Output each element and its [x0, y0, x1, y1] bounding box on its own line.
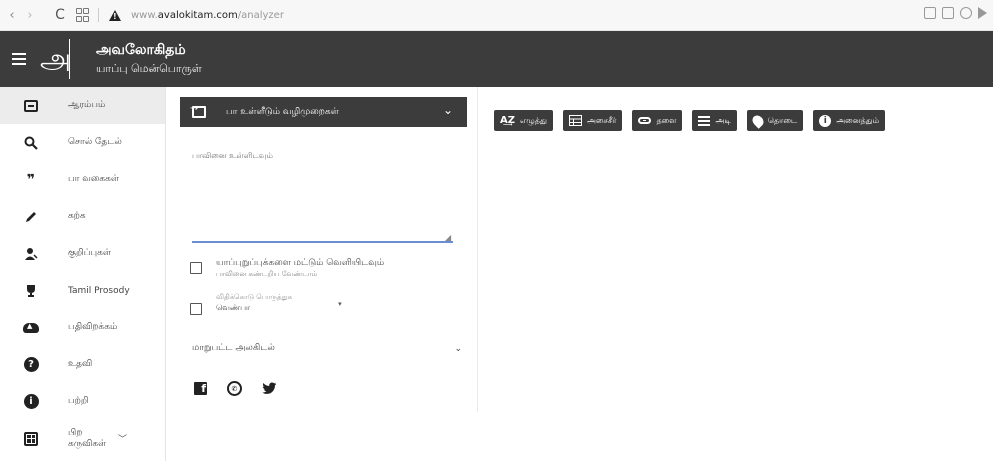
- resize-handle-icon[interactable]: ◢: [445, 233, 451, 242]
- sidebar-item-label: பதிவிறக்கம்: [68, 322, 118, 332]
- help-icon: ?: [22, 356, 40, 374]
- caret-down-icon: ▾: [338, 300, 342, 308]
- prosody-only-option: யாப்புறுப்புக்களை மட்டும் வெளியிடவும் பா…: [190, 258, 384, 279]
- media-play-icon[interactable]: [978, 7, 987, 19]
- sidebar-item-notes[interactable]: குறிப்புகள்: [0, 235, 165, 272]
- prosody-only-text: யாப்புறுப்புக்களை மட்டும் வெளியிடவும் பா…: [216, 258, 384, 279]
- pin-icon: [749, 112, 766, 129]
- person-icon: [22, 245, 40, 263]
- url-host: avalokitam.com: [157, 9, 238, 21]
- sidebar-item-about[interactable]: i பற்றி: [0, 383, 165, 420]
- whatsapp-icon[interactable]: ✆: [227, 381, 242, 396]
- input-mode-label: பா உள்ளீடும் வழிமுறைகள்: [226, 106, 339, 117]
- sidebar-item-label: பா வகைகள்: [68, 174, 120, 184]
- line-button[interactable]: அடி: [692, 110, 737, 131]
- sidebar-item-label: கற்க: [68, 211, 86, 221]
- grid-icon: [22, 430, 40, 448]
- meter-match-checkbox[interactable]: [190, 303, 202, 315]
- menu-icon[interactable]: [12, 53, 26, 65]
- sidebar-item-label: சொல் தேடல்: [68, 137, 122, 147]
- browser-toolbar: ‹ › C www.avalokitam.com/analyzer: [0, 0, 993, 31]
- address-bar[interactable]: www.avalokitam.com/analyzer: [131, 10, 284, 21]
- reload-icon[interactable]: C: [52, 6, 68, 24]
- all-button-label: அனைத்தும்: [836, 115, 880, 125]
- sidebar-item-download[interactable]: பதிவிறக்கம்: [0, 309, 165, 346]
- screenshot-icon[interactable]: [942, 7, 954, 19]
- sidebar-item-verse-types[interactable]: ❞ பா வகைகள்: [0, 161, 165, 198]
- browser-actions: [924, 7, 987, 19]
- trophy-icon: [22, 282, 40, 300]
- verse-input[interactable]: [192, 147, 453, 243]
- prosody-only-checkbox[interactable]: [190, 262, 202, 274]
- letters-button-label: எழுத்து: [520, 115, 547, 125]
- prosody-only-label: யாப்புறுப்புக்களை மட்டும் வெளியிடவும்: [216, 258, 385, 268]
- sidebar-item-label: பிற கருவிகள்: [68, 427, 107, 449]
- input-panel: பா உள்ளீடும் வழிமுறைகள் ⌄ ◢ யாப்புறுப்பு…: [180, 87, 478, 412]
- back-icon[interactable]: ‹: [4, 6, 20, 24]
- facebook-icon[interactable]: f: [194, 382, 207, 395]
- meter-match-option: விதிக்கொடு பொருத்துக வெண்பா ▾: [190, 293, 342, 315]
- app-header: அ அவலோகிதம் யாப்பு மென்பொருள்: [0, 31, 993, 87]
- chevron-down-icon: ⌄: [442, 103, 453, 117]
- app-subtitle: யாப்பு மென்பொருள்: [96, 62, 202, 75]
- all-button[interactable]: i அனைத்தும்: [813, 110, 886, 131]
- rhyme-button-label: தொடை: [767, 115, 798, 125]
- search-icon: [22, 134, 40, 152]
- sidebar-item-word-search[interactable]: சொல் தேடல்: [0, 124, 165, 161]
- az-icon: A͢Z: [500, 115, 515, 126]
- sidebar-item-label: ஆரம்பம்: [68, 100, 106, 110]
- quote-icon: ❞: [26, 171, 36, 188]
- sidebar-item-tamil-prosody[interactable]: Tamil Prosody: [0, 272, 165, 309]
- install-icon[interactable]: [924, 7, 936, 19]
- analysis-toolbar: A͢Z எழுத்து அசைசீர் தளை அடி தொடை i அனைத்…: [494, 110, 886, 131]
- table-icon: [568, 115, 582, 126]
- prosody-only-sublabel: பாவினை கண்டறிய வேண்டாம்: [216, 270, 318, 278]
- line-button-label: அடி: [715, 115, 731, 125]
- app-title: அவலோகிதம்: [96, 42, 186, 58]
- meter-select-value: வெண்பா: [216, 303, 251, 312]
- twitter-icon[interactable]: [262, 382, 277, 395]
- info-icon: i: [819, 114, 832, 127]
- linkage-button[interactable]: தளை: [632, 110, 683, 131]
- not-secure-icon[interactable]: [109, 9, 121, 21]
- alternate-scansion-label: மாறுபட்ட அலகிடல்: [192, 343, 275, 353]
- syllable-foot-button-label: அசைசீர்: [586, 115, 617, 125]
- meter-select-placeholder: விதிக்கொடு பொருத்துக: [216, 293, 293, 301]
- link-icon: [638, 117, 652, 124]
- syllable-foot-button[interactable]: அசைசீர்: [562, 110, 623, 131]
- cloud-upload-icon: [22, 319, 40, 337]
- sidebar-item-learn[interactable]: கற்க: [0, 198, 165, 235]
- info-icon: i: [22, 393, 40, 411]
- sidebar-item-home[interactable]: ஆரம்பம்: [0, 87, 165, 124]
- sidebar-item-label: Tamil Prosody: [68, 285, 130, 296]
- sidebar-item-label: குறிப்புகள்: [68, 248, 111, 258]
- meter-select[interactable]: விதிக்கொடு பொருத்துக வெண்பா ▾: [216, 293, 342, 313]
- app-titles: அவலோகிதம் யாப்பு மென்பொருள்: [96, 40, 202, 78]
- sidebar-item-other-tools[interactable]: பிற கருவிகள் ﹀: [0, 420, 165, 457]
- linkage-button-label: தளை: [656, 115, 677, 125]
- letters-button[interactable]: A͢Z எழுத்து: [494, 110, 553, 131]
- toolbar-divider: [98, 8, 99, 22]
- sidebar: ஆரம்பம் சொல் தேடல் ❞ பா வகைகள் கற்க குறி…: [0, 87, 166, 461]
- login-icon: [190, 103, 206, 118]
- sidebar-item-label: உதவி: [68, 359, 93, 369]
- chevron-down-icon: ﹀: [118, 435, 128, 445]
- input-mode-dropdown[interactable]: பா உள்ளீடும் வழிமுறைகள் ⌄: [180, 97, 467, 127]
- extensions-icon[interactable]: [960, 7, 972, 19]
- sidebar-item-label: பற்றி: [68, 396, 89, 406]
- chevron-down-icon: ⌄: [454, 343, 462, 354]
- app-logo: அ: [40, 39, 71, 79]
- sidebar-item-help[interactable]: ? உதவி: [0, 346, 165, 383]
- pencil-icon: [22, 208, 40, 226]
- apps-grid-icon[interactable]: [76, 8, 90, 22]
- square-icon: [22, 97, 40, 115]
- rhyme-button[interactable]: தொடை: [746, 110, 804, 131]
- url-prefix: www.: [131, 9, 158, 21]
- alternate-scansion-toggle[interactable]: மாறுபட்ட அலகிடல் ⌄: [192, 343, 462, 354]
- lines-icon: [698, 115, 711, 126]
- social-links: f ✆: [194, 381, 277, 396]
- url-path: /analyzer: [237, 9, 284, 21]
- forward-icon[interactable]: ›: [22, 6, 38, 24]
